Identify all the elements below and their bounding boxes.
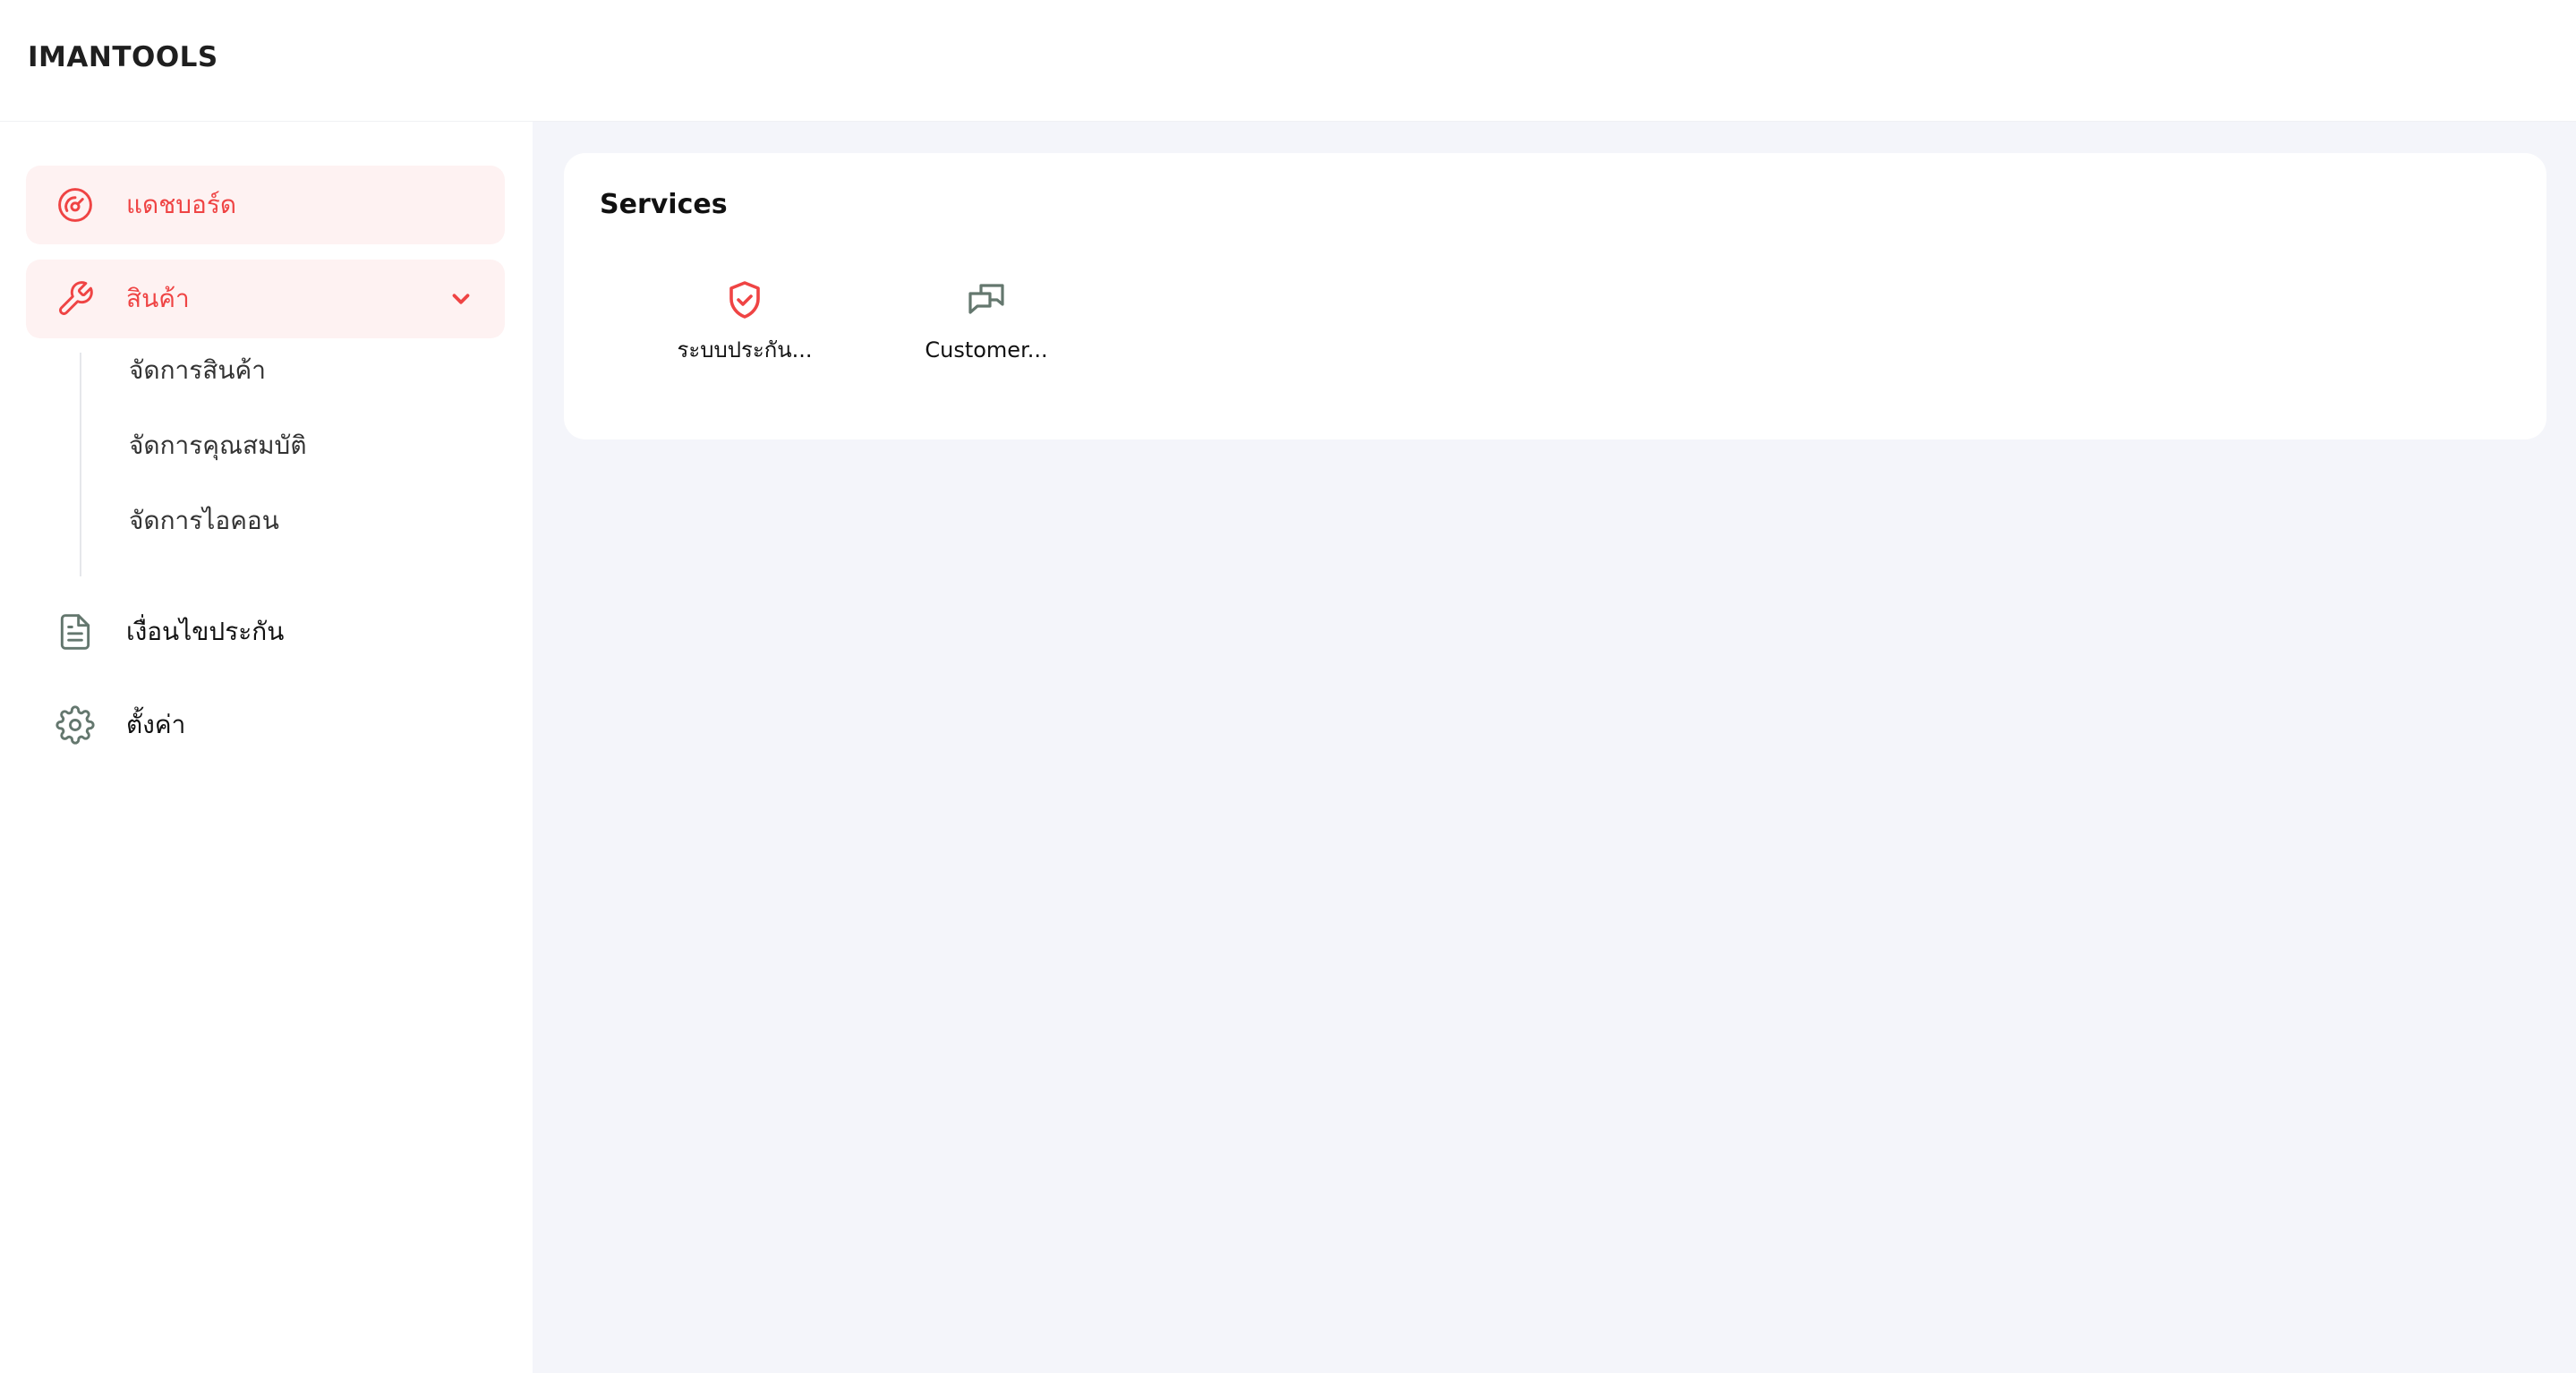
sidebar-item-label: แดชบอร์ด [126, 190, 237, 219]
submenu-item-manage-products[interactable]: จัดการสินค้า [129, 353, 266, 388]
services-card: Services ระบบประกัน... Customer... [564, 153, 2546, 439]
products-submenu: จัดการสินค้า จัดการคุณสมบัติ จัดการไอคอน [80, 353, 493, 576]
chat-bubbles-icon [968, 284, 1004, 314]
brand-logo-text[interactable]: IMANTOOLS [28, 41, 218, 73]
wrench-icon [59, 281, 93, 315]
submenu-item-manage-attributes[interactable]: จัดการคุณสมบัติ [129, 428, 307, 464]
gear-icon [55, 705, 95, 745]
sidebar-item-label: สินค้า [126, 284, 190, 313]
sidebar-item-label: ตั้งค่า [126, 710, 186, 739]
shield-check-icon [729, 281, 760, 319]
service-warranty-system[interactable]: ระบบประกัน... [655, 278, 834, 377]
submenu-item-manage-icons[interactable]: จัดการไอคอน [129, 503, 279, 539]
sidebar: แดชบอร์ด สินค้า จัดการสินค้า จัดการคุณสม… [0, 122, 533, 1373]
dashboard-gauge-icon [58, 188, 92, 222]
sidebar-item-dashboard[interactable]: แดชบอร์ด [26, 166, 505, 244]
sidebar-item-label: เงื่อนไขประกัน [126, 617, 285, 646]
service-label: Customer... [925, 337, 1048, 362]
service-label: ระบบประกัน... [677, 337, 813, 362]
sidebar-item-warranty-terms[interactable]: เงื่อนไขประกัน [26, 593, 505, 671]
chevron-down-icon[interactable] [448, 286, 474, 312]
document-icon [60, 614, 90, 650]
top-header: IMANTOOLS [0, 0, 2576, 122]
app-window: IMANTOOLS แดชบอร์ด สินค้า จัดการสินค้า จ… [0, 0, 2576, 1373]
services-title: Services [600, 189, 728, 220]
main-content: Services ระบบประกัน... Customer... [533, 122, 2576, 1373]
service-customer[interactable]: Customer... [897, 278, 1076, 377]
sidebar-item-products[interactable]: สินค้า [26, 260, 505, 338]
sidebar-item-settings[interactable]: ตั้งค่า [26, 686, 505, 764]
